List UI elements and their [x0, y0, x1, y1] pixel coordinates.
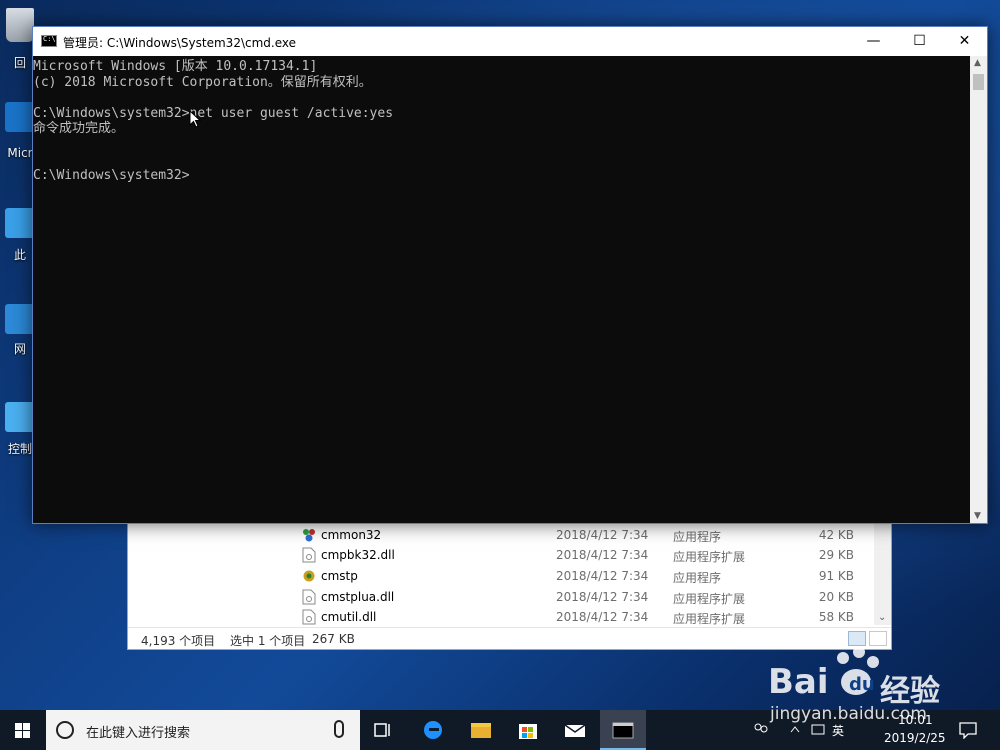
file-size: 58 KB [818, 610, 854, 624]
task-view-button[interactable] [360, 710, 406, 750]
control-panel-icon [5, 402, 35, 432]
file-name: cmmon32 [321, 528, 382, 542]
store-icon [519, 724, 537, 739]
tray-expand-icon[interactable] [790, 724, 800, 736]
taskbar-cmd[interactable] [600, 710, 646, 750]
explorer-status-bar: 4,193 个项目 选中 1 个项目 267 KB [128, 627, 891, 649]
file-date: 2018/4/12 7:34 [556, 610, 649, 624]
file-size: 42 KB [818, 528, 854, 542]
dll-icon [302, 589, 316, 605]
console-output[interactable]: Microsoft Windows [版本 10.0.17134.1] (c) … [33, 56, 971, 523]
file-size: 20 KB [818, 590, 854, 604]
cmd-titlebar[interactable]: 管理员: C:\Windows\System32\cmd.exe — ☐ ✕ [33, 27, 987, 56]
scroll-down-arrow-icon[interactable]: ▼ [974, 511, 981, 521]
cmd-window[interactable]: 管理员: C:\Windows\System32\cmd.exe — ☐ ✕ M… [32, 26, 988, 524]
minimize-button[interactable]: — [851, 27, 896, 56]
watermark-url: jingyan.baidu.com [770, 704, 927, 724]
ime-indicator[interactable]: 英 [832, 722, 844, 739]
network-icon [5, 304, 35, 334]
console-line: 命令成功完成。 [33, 121, 125, 136]
app-icon [303, 529, 315, 542]
search-placeholder: 在此键入进行搜索 [86, 726, 191, 741]
cortana-icon[interactable] [56, 721, 74, 739]
windows-logo-icon [15, 723, 30, 738]
network-tray-icon[interactable] [810, 722, 826, 738]
window-title: 管理员: C:\Windows\System32\cmd.exe [63, 36, 296, 50]
file-date: 2018/4/12 7:34 [556, 528, 649, 542]
app-icon [303, 570, 315, 582]
selected-count: 选中 1 个项目 [230, 634, 306, 648]
explorer-scrollbar[interactable]: ⌄ [874, 515, 891, 625]
file-name: cmutil.dll [321, 610, 377, 624]
file-row[interactable]: cmmon32 2018/4/12 7:34 应用程序 42 KB [128, 525, 873, 545]
file-row[interactable]: cmpbk32.dll 2018/4/12 7:34 应用程序扩展 29 KB [128, 545, 873, 565]
taskbar-file-explorer[interactable] [458, 710, 504, 750]
task-view-icon [374, 723, 390, 737]
file-type: 应用程序扩展 [673, 592, 746, 606]
notifications-icon[interactable] [958, 721, 978, 739]
file-row[interactable]: cmstp 2018/4/12 7:34 应用程序 91 KB [128, 566, 873, 586]
file-explorer-window[interactable]: cmmon32 2018/4/12 7:34 应用程序 42 KB cmpbk3… [127, 514, 892, 650]
file-name: cmstp [321, 569, 358, 583]
file-size: 29 KB [818, 548, 854, 562]
file-type: 应用程序 [673, 530, 722, 544]
recycle-bin-icon [6, 8, 34, 42]
console-line: C:\Windows\system32>net user guest /acti… [33, 105, 394, 121]
scroll-down-arrow-icon[interactable]: ⌄ [878, 612, 886, 623]
maximize-button[interactable]: ☐ [897, 27, 942, 56]
mail-icon [564, 724, 586, 737]
paw-logo-icon: du [837, 646, 879, 695]
file-type: 应用程序扩展 [673, 612, 746, 626]
svg-text:du: du [849, 674, 875, 695]
console-line: Microsoft Windows [版本 10.0.17134.1] [33, 59, 318, 74]
file-size: 91 KB [818, 569, 854, 583]
taskbar-edge[interactable] [410, 710, 456, 750]
file-row[interactable]: cmutil.dll 2018/4/12 7:34 应用程序扩展 58 KB [128, 607, 873, 627]
cmd-scrollbar[interactable]: ▲ ▼ [970, 56, 987, 523]
start-button[interactable] [0, 710, 46, 750]
scroll-thumb[interactable] [973, 74, 984, 90]
close-button[interactable]: ✕ [942, 27, 987, 56]
folder-icon [471, 723, 491, 738]
file-date: 2018/4/12 7:34 [556, 590, 649, 604]
file-type: 应用程序 [673, 571, 722, 585]
taskbar-mail[interactable] [552, 710, 598, 750]
dll-icon [302, 609, 316, 625]
dll-icon [302, 547, 316, 563]
clock-date[interactable]: 2019/2/25 [884, 731, 946, 745]
mouse-cursor-icon [189, 110, 201, 128]
item-count: 4,193 个项目 [141, 634, 216, 648]
scroll-up-arrow-icon[interactable]: ▲ [974, 58, 981, 68]
edge-icon [5, 102, 35, 132]
file-type: 应用程序扩展 [673, 550, 746, 564]
file-name: cmpbk32.dll [321, 548, 395, 562]
people-icon[interactable] [752, 722, 770, 738]
cmd-icon [612, 722, 634, 739]
watermark-brand: Bai [768, 662, 829, 702]
computer-icon [5, 208, 35, 238]
console-line: C:\Windows\system32> [33, 167, 190, 183]
file-name: cmstplua.dll [321, 590, 395, 604]
file-date: 2018/4/12 7:34 [556, 548, 649, 562]
cmd-icon [41, 35, 57, 47]
selected-size: 267 KB [312, 632, 355, 646]
file-row[interactable]: cmstplua.dll 2018/4/12 7:34 应用程序扩展 20 KB [128, 587, 873, 607]
microphone-icon[interactable] [334, 720, 344, 738]
taskbar-store[interactable] [505, 710, 551, 750]
file-date: 2018/4/12 7:34 [556, 569, 649, 583]
taskbar-search-box[interactable]: 在此键入进行搜索 [46, 710, 360, 750]
console-line: (c) 2018 Microsoft Corporation。保留所有权利。 [33, 74, 372, 90]
edge-icon [424, 721, 442, 739]
